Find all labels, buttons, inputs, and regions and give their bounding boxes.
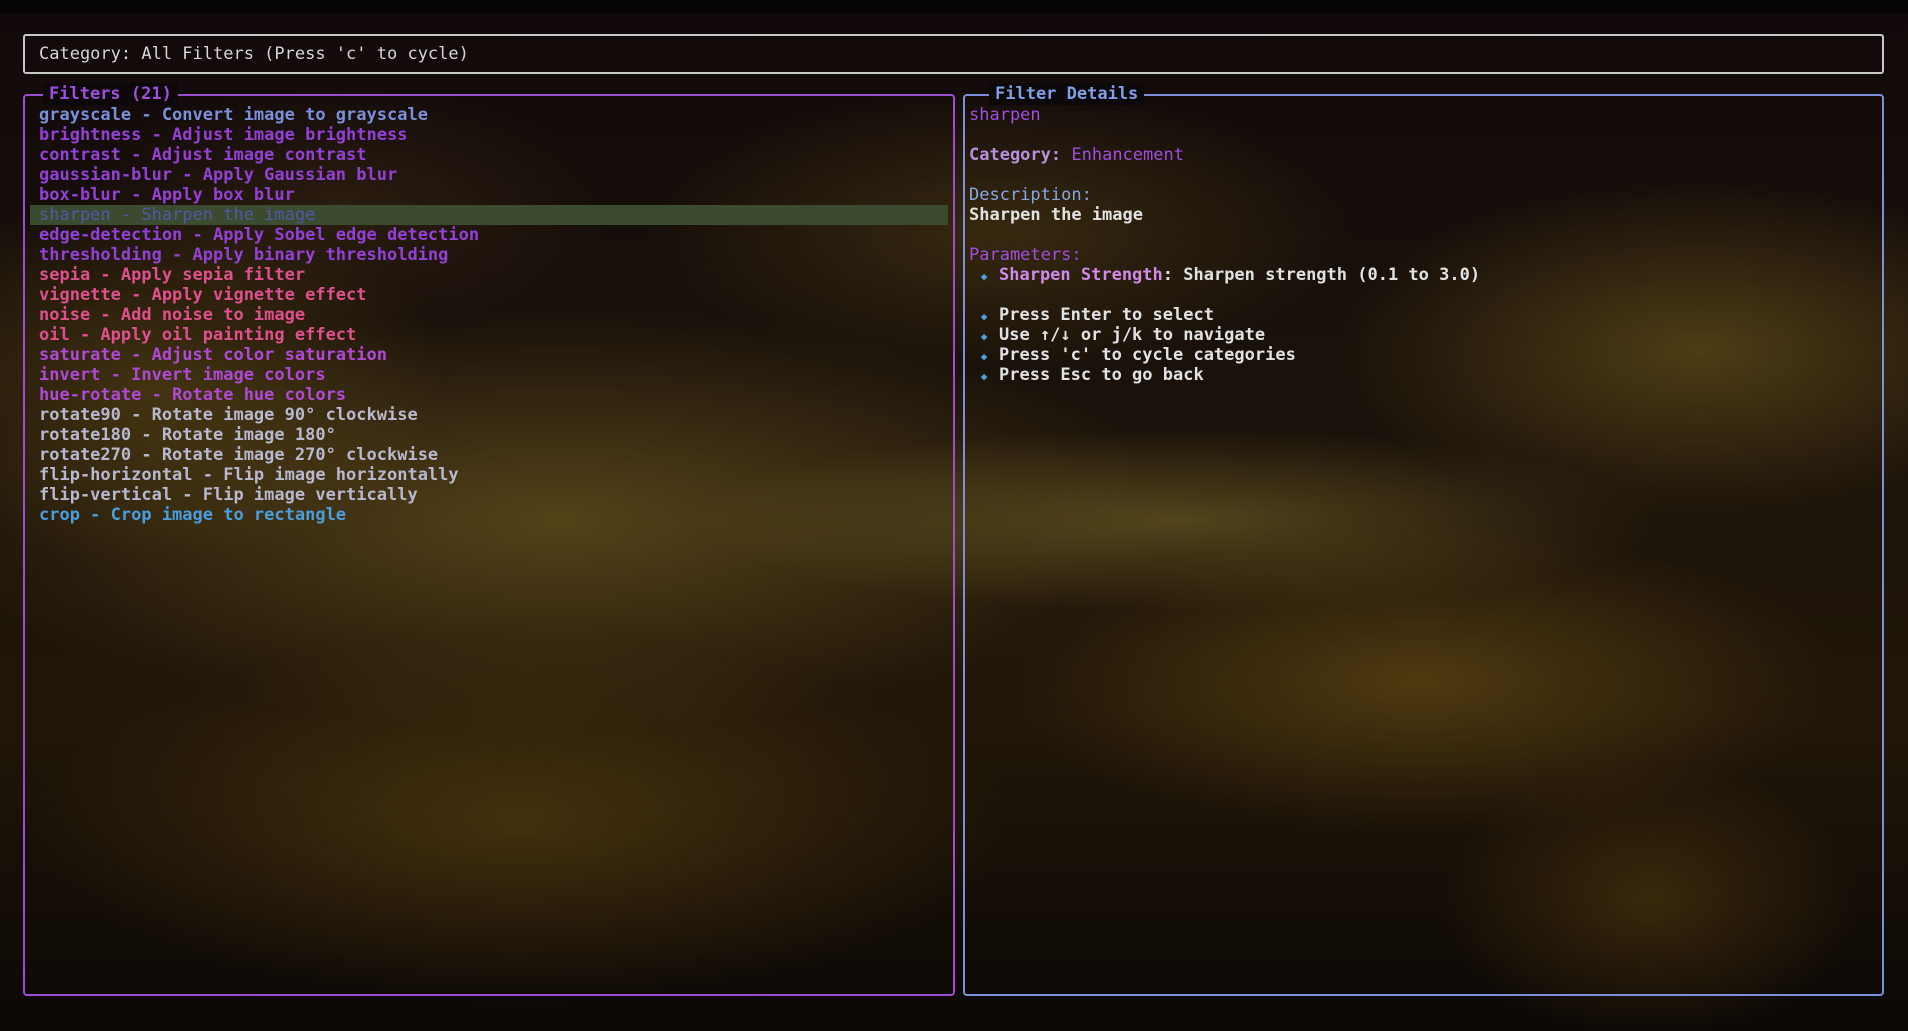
help-item: ◆ Press Enter to select — [969, 305, 1874, 325]
category-value: Enhancement — [1071, 145, 1184, 165]
filter-list-item[interactable]: noise - Add noise to image — [30, 305, 948, 325]
filter-list-item[interactable]: sharpen - Sharpen the image — [30, 205, 948, 225]
category-bar-text: Category: All Filters (Press 'c' to cycl… — [39, 44, 469, 64]
parameter-name: Sharpen Strength — [999, 265, 1163, 285]
parameter-description: Sharpen strength (0.1 to 3.0) — [1183, 265, 1481, 285]
filter-list-item[interactable]: rotate270 - Rotate image 270° clockwise — [30, 445, 948, 465]
description-label: Description: — [969, 185, 1092, 205]
filter-list-item[interactable]: sepia - Apply sepia filter — [30, 265, 948, 285]
help-text: Press 'c' to cycle categories — [999, 345, 1296, 365]
description-value: Sharpen the image — [969, 205, 1143, 225]
filter-list-item[interactable]: saturate - Adjust color saturation — [30, 345, 948, 365]
filter-details-panel: Filter Details sharpen Category: Enhance… — [963, 83, 1884, 996]
filter-list-item[interactable]: hue-rotate - Rotate hue colors — [30, 385, 948, 405]
filter-list-item[interactable]: flip-vertical - Flip image vertically — [30, 485, 948, 505]
filter-details-content: sharpen Category: Enhancement Descriptio… — [969, 105, 1874, 385]
filter-list-item[interactable]: brightness - Adjust image brightness — [30, 125, 948, 145]
filter-list-item[interactable]: contrast - Adjust image contrast — [30, 145, 948, 165]
filter-list-item[interactable]: box-blur - Apply box blur — [30, 185, 948, 205]
category-line: Category: Enhancement — [969, 145, 1874, 165]
filter-list-item[interactable]: rotate180 - Rotate image 180° — [30, 425, 948, 445]
terminal-top-edge — [0, 0, 1908, 14]
filter-list-item[interactable]: flip-horizontal - Flip image horizontall… — [30, 465, 948, 485]
bullet-icon: ◆ — [980, 370, 988, 383]
parameters-label: Parameters: — [969, 245, 1082, 265]
category-bar[interactable]: Category: All Filters (Press 'c' to cycl… — [23, 34, 1884, 74]
filter-list-item[interactable]: grayscale - Convert image to grayscale — [30, 105, 948, 125]
help-item: ◆ Press 'c' to cycle categories — [969, 345, 1874, 365]
parameter-item: ◆ Sharpen Strength: Sharpen strength (0.1… — [969, 265, 1874, 285]
filter-list-item[interactable]: edge-detection - Apply Sobel edge detect… — [30, 225, 948, 245]
bullet-icon: ◆ — [980, 270, 988, 283]
category-label: Category: — [969, 145, 1062, 165]
bullet-icon: ◆ — [980, 350, 988, 363]
filter-list: grayscale - Convert image to grayscale br… — [30, 105, 948, 525]
filter-list-item[interactable]: crop - Crop image to rectangle — [30, 505, 948, 525]
help-text: Press Esc to go back — [999, 365, 1204, 385]
filter-list-item[interactable]: gaussian-blur - Apply Gaussian blur — [30, 165, 948, 185]
filter-details-title: Filter Details — [989, 83, 1145, 105]
filter-list-item[interactable]: rotate90 - Rotate image 90° clockwise — [30, 405, 948, 425]
help-text: Use ↑/↓ or j/k to navigate — [999, 325, 1266, 345]
filter-list-item[interactable]: vignette - Apply vignette effect — [30, 285, 948, 305]
help-item: ◆ Use ↑/↓ or j/k to navigate — [969, 325, 1874, 345]
filter-list-item[interactable]: oil - Apply oil painting effect — [30, 325, 948, 345]
filter-name: sharpen — [969, 105, 1041, 125]
filters-panel-title: Filters (21) — [43, 83, 178, 105]
bullet-icon: ◆ — [980, 330, 988, 343]
help-text: Press Enter to select — [999, 305, 1214, 325]
parameter-separator: : — [1162, 265, 1184, 285]
filters-panel: Filters (21) grayscale - Convert image t… — [23, 83, 955, 996]
help-item: ◆ Press Esc to go back — [969, 365, 1874, 385]
bullet-icon: ◆ — [980, 310, 988, 323]
filter-list-item[interactable]: thresholding - Apply binary thresholding — [30, 245, 948, 265]
filter-list-item[interactable]: invert - Invert image colors — [30, 365, 948, 385]
